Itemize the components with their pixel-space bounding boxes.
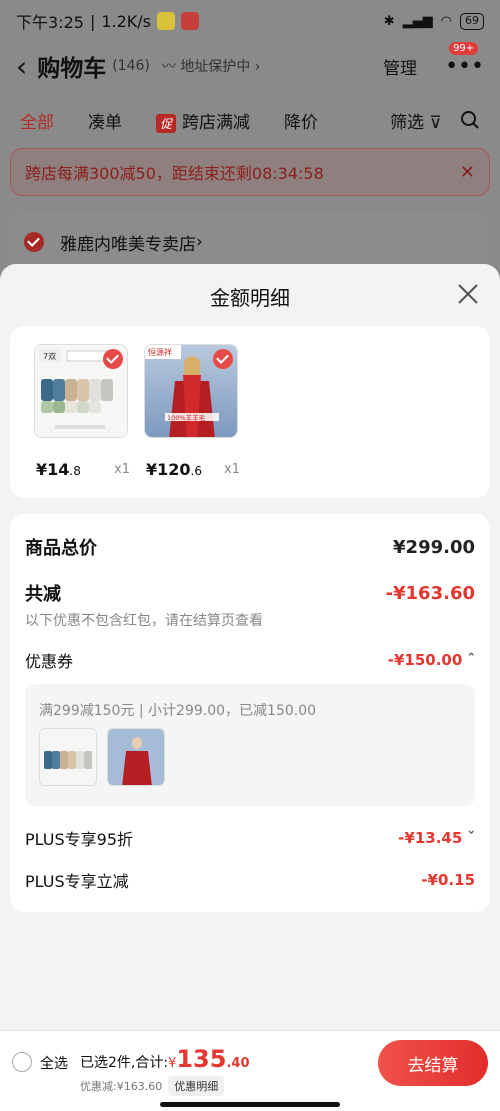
coupon-desc: 满299减150元 | 小计299.00，已减150.00: [39, 703, 317, 719]
chevron-right-icon: ›: [196, 232, 203, 252]
selected-check-icon[interactable]: [213, 349, 233, 369]
tab-cross-store[interactable]: 促跨店满减: [156, 108, 250, 133]
promo-tag: 促: [156, 113, 177, 133]
discount-value: -¥163.60: [385, 582, 475, 604]
product-qty: x1: [114, 462, 130, 477]
more-dots-icon: •••: [445, 53, 484, 79]
close-icon[interactable]: [456, 282, 480, 306]
chevron-left-icon[interactable]: ‹: [16, 50, 27, 83]
coupon-label: 优惠券: [25, 652, 74, 671]
product-thumbnail-socks: 7双: [34, 344, 128, 438]
checkout-footer: 全选 已选2件,合计:¥135.40 优惠减:¥163.60 优惠明细 去结算: [0, 1030, 500, 1111]
bluetooth-icon: ✱: [383, 13, 395, 29]
cart-header: ‹ 购物车 (146) 〰 地址保护中 › 管理 ••• 99+: [0, 41, 500, 88]
tab-bundle[interactable]: 凑单: [88, 108, 122, 133]
product-price: ¥14.8: [36, 460, 81, 479]
app-notification-icon-2: [181, 12, 199, 30]
select-all-radio[interactable]: [12, 1052, 32, 1072]
sheet-title: 金额明细: [210, 286, 290, 310]
tab-price-drop[interactable]: 降价: [284, 108, 318, 133]
manage-button[interactable]: 管理: [383, 54, 417, 79]
total-int: 135: [176, 1045, 227, 1073]
discount-summary: 优惠减:¥163.60 优惠明细: [80, 1076, 225, 1096]
cart-tabs: 全部 凑单 促跨店满减 降价 筛选 ⊽: [0, 100, 500, 140]
amount-detail-sheet: 金额明细 7双 ¥14.8 x1 恒源祥 100%羊羊毛 ¥120.6 x1 商…: [0, 264, 500, 1030]
background-overlay[interactable]: 下午3:25 | 1.2K/s ✱ ▂▄▆ ◠ 69 ‹ 购物车 (146) 〰…: [0, 0, 500, 300]
plus-cut-label: PLUS专享立减: [25, 872, 129, 891]
plus-cut-row: PLUS专享立减 -¥0.15: [25, 868, 475, 892]
app-notification-icon: [157, 12, 175, 30]
store-checkbox[interactable]: [24, 232, 44, 252]
total-dec: .40: [226, 1056, 250, 1071]
plus-cut-value: -¥0.15: [421, 871, 475, 889]
coupon-thumb-socks: [39, 728, 97, 786]
total-row: 商品总价 ¥299.00: [25, 534, 475, 560]
address-protect-label: 地址保护中: [180, 59, 251, 75]
tab-cross-store-label: 跨店满减: [182, 112, 251, 133]
discount-row: 共减 -¥163.60: [25, 580, 475, 606]
discount-note: 以下优惠不包含红包，请在结算页查看: [25, 613, 263, 629]
chevron-down-icon: ˇ: [467, 829, 476, 847]
coupon-value: -¥150.00 ˆ: [387, 651, 476, 669]
selected-prefix: 已选2件,合计:: [80, 1055, 169, 1071]
signal-icon: ▂▄▆: [402, 13, 433, 29]
coupon-thumb-scarf: [107, 728, 165, 786]
promo-banner: 跨店每满300减50，距结束还剩08:34:58 ✕: [10, 148, 490, 196]
total-summary: 已选2件,合计:¥135.40: [80, 1045, 250, 1073]
status-time: 下午3:25: [16, 13, 84, 32]
total-value: ¥299.00: [393, 536, 475, 558]
plus95-row[interactable]: PLUS专享95折 -¥13.45 ˇ: [25, 826, 475, 850]
coupon-detail-box: 满299减150元 | 小计299.00，已减150.00: [25, 684, 475, 806]
selected-check-icon[interactable]: [103, 349, 123, 369]
tab-all[interactable]: 全部: [20, 108, 54, 133]
cart-count: (146): [112, 58, 150, 74]
network-speed: 1.2K/s: [101, 11, 151, 31]
product-qty: x1: [224, 462, 240, 477]
promo-text: 跨店每满300减50，距结束还剩08:34:58: [25, 164, 324, 183]
plus95-value: -¥13.45 ˇ: [398, 829, 475, 847]
coupon-row[interactable]: 优惠券 -¥150.00 ˆ: [25, 648, 475, 672]
goods-card: 7双 ¥14.8 x1 恒源祥 100%羊羊毛 ¥120.6 x1: [10, 326, 490, 498]
product-price: ¥120.6: [146, 460, 202, 479]
home-indicator: [160, 1102, 340, 1107]
chevron-up-icon: ˆ: [467, 651, 476, 669]
message-badge: 99+: [449, 41, 479, 55]
battery-icon: 69: [460, 12, 484, 30]
amount-detail-card: 商品总价 ¥299.00 共减 -¥163.60 以下优惠不包含红包，请在结算页…: [10, 514, 490, 912]
filter-icon: ⊽: [429, 112, 442, 133]
detail-pill-button[interactable]: 优惠明细: [168, 1076, 225, 1096]
thumb-caption: 100%羊羊毛: [167, 413, 206, 422]
discount-label: 共减: [25, 584, 61, 605]
plus95-label: PLUS专享95折: [25, 830, 133, 849]
status-bar: 下午3:25 | 1.2K/s ✱ ▂▄▆ ◠ 69: [0, 0, 500, 42]
wifi-icon: ◠: [440, 13, 452, 29]
address-protect-link[interactable]: 〰 地址保护中 ›: [162, 56, 261, 76]
product-thumbnail-scarf: 恒源祥 100%羊羊毛: [144, 344, 238, 438]
checkout-button[interactable]: 去结算: [378, 1040, 488, 1086]
store-name: 雅鹿内唯美专卖店: [60, 234, 196, 255]
product-item[interactable]: 7双 ¥14.8 x1: [34, 344, 134, 479]
page-title: 购物车: [37, 56, 107, 82]
filter-label: 筛选: [390, 112, 425, 133]
saved-amount: 优惠减:¥163.60: [80, 1080, 163, 1093]
thumb-brand: 恒源祥: [148, 347, 172, 357]
more-button[interactable]: ••• 99+: [445, 41, 484, 79]
store-row[interactable]: 雅鹿内唯美专卖店 ›: [10, 212, 490, 272]
close-icon[interactable]: ✕: [460, 162, 475, 183]
search-icon[interactable]: [460, 110, 480, 130]
thumb-label: 7双: [43, 352, 56, 361]
total-label: 商品总价: [25, 538, 97, 559]
select-all-label[interactable]: 全选: [40, 1053, 68, 1073]
tab-filter[interactable]: 筛选 ⊽: [390, 108, 442, 133]
product-item[interactable]: 恒源祥 100%羊羊毛 ¥120.6 x1: [144, 344, 244, 479]
